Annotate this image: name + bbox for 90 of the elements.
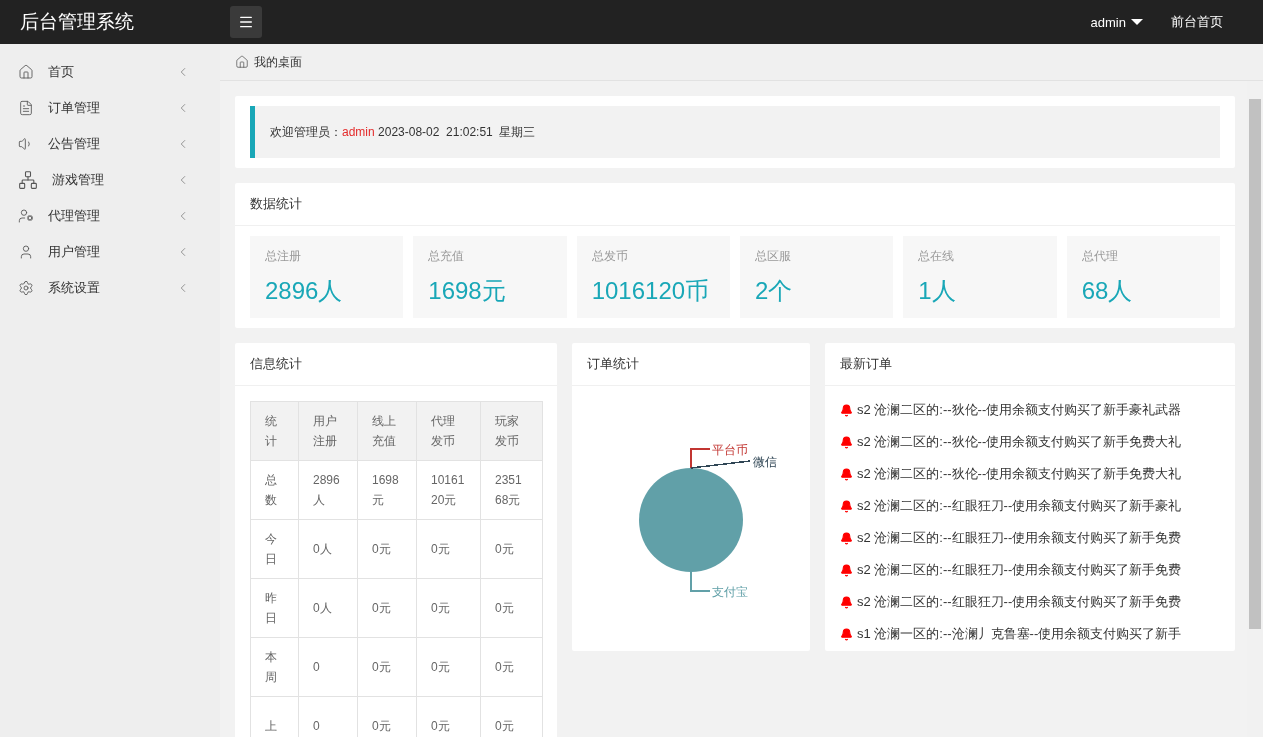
- card-title: 信息统计: [235, 343, 557, 386]
- user-icon: [18, 244, 34, 260]
- stat-value: 68人: [1081, 275, 1134, 306]
- table-header: 玩家发币: [480, 401, 543, 461]
- caret-icon: [1131, 19, 1143, 25]
- breadcrumb[interactable]: 我的桌面: [254, 53, 302, 71]
- bell-icon: [840, 435, 853, 449]
- table-cell: 1016120元: [416, 460, 481, 520]
- stat-label: 总充值: [428, 247, 466, 265]
- sidebar-item[interactable]: 首页: [0, 54, 220, 90]
- stat-label: 总在线: [918, 247, 956, 265]
- table-cell: 0元: [416, 578, 481, 638]
- order-text: s2 沧澜二区的:--红眼狂刀--使用余额支付购买了新手免费: [857, 561, 1182, 579]
- order-text: s2 沧澜二区的:--狄伦--使用余额支付购买了新手豪礼武器: [857, 401, 1182, 419]
- bell-icon: [840, 531, 853, 545]
- table-cell: 0人: [298, 519, 358, 579]
- pie-label: 微信: [753, 455, 777, 469]
- sidebar-label: 代理管理: [48, 207, 101, 225]
- table-cell: 2896人: [298, 460, 358, 520]
- table-cell: 上: [250, 696, 299, 737]
- user-icon: [18, 208, 34, 224]
- stat-label: 总区服: [755, 247, 792, 265]
- table-cell: 0元: [357, 578, 417, 638]
- stat-value: 2个: [755, 275, 794, 306]
- settings-icon: [18, 280, 34, 296]
- pie-label: 平台币: [712, 443, 748, 457]
- stat-value: 1016120币: [591, 275, 711, 306]
- hierarchy-icon: [18, 170, 38, 190]
- bell-icon: [840, 563, 853, 577]
- stat-label: 总注册: [265, 247, 302, 265]
- pie-label: 支付宝: [712, 585, 748, 599]
- table-cell: 1698元: [357, 460, 417, 520]
- order-text: s2 沧澜二区的:--狄伦--使用余额支付购买了新手免费大礼: [857, 433, 1182, 451]
- order-text: s2 沧澜二区的:--红眼狂刀--使用余额支付购买了新手免费: [857, 529, 1182, 547]
- stat-value: 1人: [918, 275, 957, 306]
- app-title: 后台管理系统: [19, 10, 135, 34]
- table-cell: 0元: [480, 578, 543, 638]
- sidebar-label: 用户管理: [48, 243, 101, 261]
- bell-icon: [840, 627, 853, 641]
- table-cell: 0: [298, 637, 358, 697]
- card-title: 订单统计: [572, 343, 810, 386]
- front-page-link[interactable]: 前台首页: [1171, 13, 1223, 31]
- table-header: 统计: [250, 401, 299, 461]
- user-menu[interactable]: admin: [1090, 14, 1143, 30]
- order-text: s2 沧澜二区的:--狄伦--使用余额支付购买了新手免费大礼: [857, 465, 1182, 483]
- bell-icon: [840, 499, 853, 513]
- table-cell: 0元: [357, 519, 417, 579]
- menu-button[interactable]: [230, 6, 262, 38]
- home-icon: [235, 55, 249, 69]
- table-cell: 0元: [480, 637, 543, 697]
- welcome-text: 欢迎管理员：admin 2023-08-02 21:02:51 星期三: [270, 123, 536, 141]
- sidebar-item[interactable]: 代理管理: [0, 198, 220, 234]
- table-header: 代理发币: [416, 401, 481, 461]
- order-text: s2 沧澜二区的:--红眼狂刀--使用余额支付购买了新手免费: [857, 593, 1182, 611]
- order-text: s1 沧澜一区的:--沧澜丿克鲁塞--使用余额支付购买了新手: [857, 625, 1182, 643]
- sidebar-item[interactable]: 订单管理: [0, 90, 220, 126]
- bell-icon: [840, 595, 853, 609]
- card-title: 最新订单: [825, 343, 1235, 386]
- bell-icon: [840, 467, 853, 481]
- order-text: s2 沧澜二区的:--红眼狂刀--使用余额支付购买了新手豪礼: [857, 497, 1182, 515]
- table-cell: 0元: [357, 637, 417, 697]
- menu-icon: [238, 14, 254, 30]
- stat-value: 2896人: [265, 275, 344, 306]
- sidebar-label: 公告管理: [48, 135, 101, 153]
- table-cell: 本周: [250, 637, 299, 697]
- table-cell: 今日: [250, 519, 299, 579]
- sidebar-item[interactable]: 用户管理: [0, 234, 220, 270]
- stat-label: 总发币: [591, 247, 629, 265]
- stat-label: 总代理: [1081, 247, 1119, 265]
- sidebar-label: 系统设置: [48, 279, 101, 297]
- table-cell: 总数: [250, 460, 299, 520]
- table-header: 线上充值: [357, 401, 417, 461]
- table-cell: 235168元: [480, 460, 543, 520]
- bell-icon: [840, 403, 853, 417]
- sidebar-label: 游戏管理: [52, 171, 105, 189]
- table-cell: 昨日: [250, 578, 299, 638]
- sidebar-item[interactable]: 公告管理: [0, 126, 220, 162]
- sidebar-item[interactable]: 系统设置: [0, 270, 220, 306]
- table-cell: 0元: [480, 519, 543, 579]
- table-cell: 0元: [416, 519, 481, 579]
- table-cell: 0人: [298, 578, 358, 638]
- sidebar-item[interactable]: 游戏管理: [0, 162, 220, 198]
- sidebar-label: 首页: [48, 63, 75, 81]
- stat-value: 1698元: [428, 275, 507, 306]
- card-title: 数据统计: [235, 183, 1235, 226]
- sidebar-label: 订单管理: [48, 99, 101, 117]
- table-header: 用户注册: [298, 401, 358, 461]
- home-icon: [18, 64, 34, 80]
- document-icon: [18, 100, 34, 116]
- table-cell: 0元: [416, 637, 481, 697]
